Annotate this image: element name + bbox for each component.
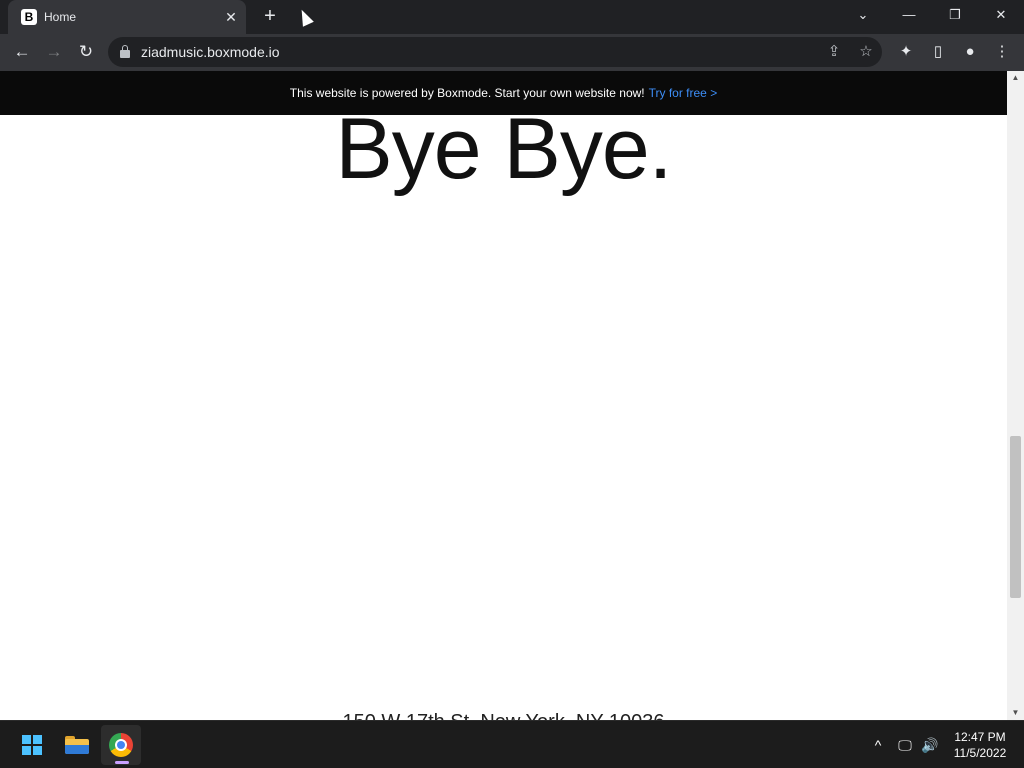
folder-icon bbox=[65, 736, 89, 754]
url-text[interactable]: ziadmusic.boxmode.io bbox=[141, 44, 280, 60]
tab-strip: B Home ✕ + ⌄ — ❐ ✕ bbox=[0, 0, 1024, 34]
taskbar-clock[interactable]: 12:47 PM 11/5/2022 bbox=[944, 729, 1016, 761]
bookmark-star-icon[interactable]: ☆ bbox=[856, 42, 876, 62]
lock-icon[interactable] bbox=[120, 45, 130, 58]
scroll-down-icon[interactable]: ▼ bbox=[1007, 706, 1024, 720]
forward-button[interactable]: → bbox=[40, 38, 68, 66]
start-button[interactable] bbox=[12, 725, 52, 765]
windows-taskbar: ^ 🖵 🔊 12:47 PM 11/5/2022 bbox=[0, 720, 1024, 768]
page-scrollbar[interactable]: ▲ ▼ bbox=[1007, 71, 1024, 720]
mouse-cursor-icon bbox=[296, 7, 314, 27]
side-panel-icon[interactable]: ▯ bbox=[925, 39, 951, 65]
chrome-taskbar-button[interactable] bbox=[101, 725, 141, 765]
page-viewport: This website is powered by Boxmode. Star… bbox=[0, 71, 1007, 720]
back-button[interactable]: ← bbox=[8, 38, 36, 66]
network-icon[interactable]: 🖵 bbox=[895, 735, 915, 755]
tab-home[interactable]: B Home ✕ bbox=[8, 0, 246, 34]
menu-icon[interactable]: ⋮ bbox=[989, 39, 1015, 65]
clock-time: 12:47 PM bbox=[954, 730, 1006, 744]
volume-icon[interactable]: 🔊 bbox=[920, 735, 940, 755]
clock-date: 11/5/2022 bbox=[953, 746, 1007, 760]
tab-title: Home bbox=[44, 10, 77, 24]
chrome-icon bbox=[109, 733, 133, 757]
new-tab-button[interactable]: + bbox=[258, 5, 282, 29]
scroll-up-icon[interactable]: ▲ bbox=[1007, 71, 1024, 85]
tab-close-icon[interactable]: ✕ bbox=[222, 8, 240, 26]
active-app-indicator bbox=[115, 761, 129, 764]
profile-icon[interactable]: ● bbox=[957, 39, 983, 65]
address-bar[interactable]: ziadmusic.boxmode.io ⇪ ☆ bbox=[108, 37, 882, 67]
boxmode-favicon-icon: B bbox=[21, 9, 37, 25]
try-for-free-link[interactable]: Try for free > bbox=[649, 86, 718, 100]
restore-button[interactable]: ❐ bbox=[932, 0, 978, 30]
show-hidden-icons-chevron-icon[interactable]: ^ bbox=[868, 735, 888, 755]
boxmode-banner: This website is powered by Boxmode. Star… bbox=[0, 71, 1007, 115]
browser-toolbar: ← → ↻ ziadmusic.boxmode.io ⇪ ☆ ✦ ▯ ● ⋮ bbox=[0, 34, 1024, 71]
close-window-button[interactable]: ✕ bbox=[978, 0, 1024, 30]
reload-button[interactable]: ↻ bbox=[72, 38, 100, 66]
minimize-button[interactable]: — bbox=[886, 0, 932, 30]
share-icon[interactable]: ⇪ bbox=[824, 42, 844, 62]
footer-address: 150 W 17th St, New York, NY 10036 bbox=[0, 711, 1007, 720]
banner-text: This website is powered by Boxmode. Star… bbox=[289, 86, 645, 100]
extensions-icon[interactable]: ✦ bbox=[893, 39, 919, 65]
windows-logo-icon bbox=[22, 735, 42, 755]
scrollbar-thumb[interactable] bbox=[1010, 436, 1021, 598]
file-explorer-button[interactable] bbox=[57, 725, 97, 765]
tab-search-button[interactable]: ⌄ bbox=[840, 0, 886, 30]
